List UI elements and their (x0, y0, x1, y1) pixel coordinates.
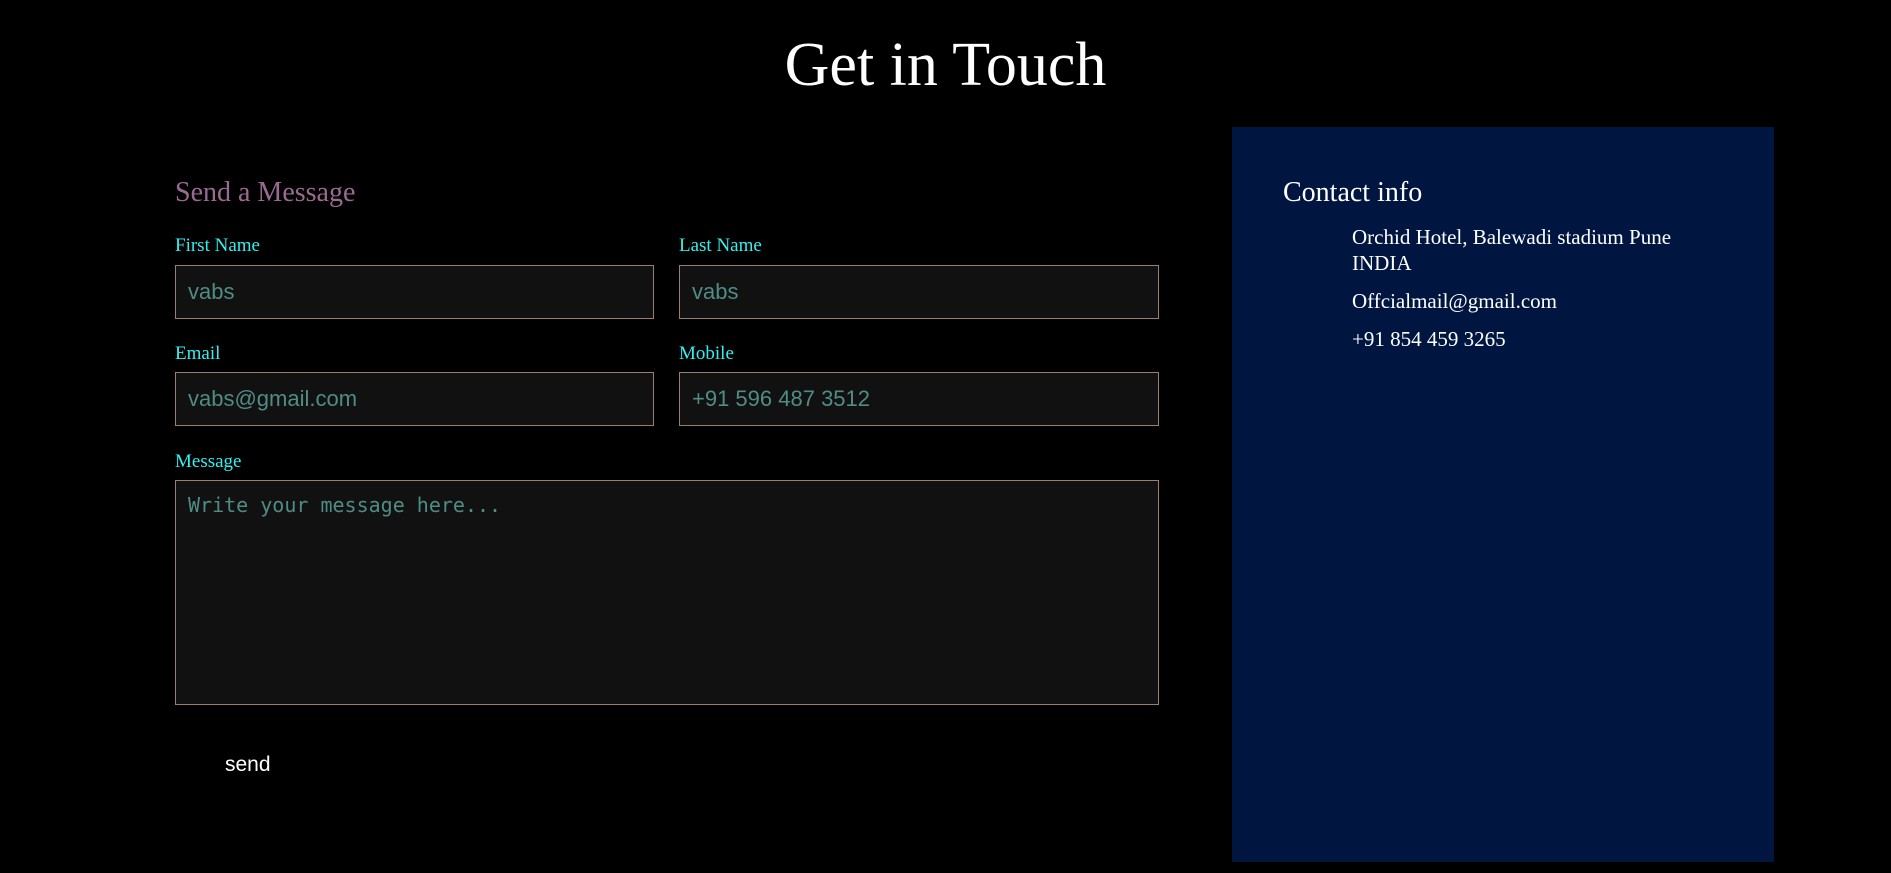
mobile-label: Mobile (679, 343, 734, 364)
page-title: Get in Touch (784, 31, 1107, 99)
mobile-field[interactable] (679, 372, 1159, 426)
first-name-field[interactable] (175, 265, 654, 319)
first-name-label: First Name (175, 235, 260, 256)
send-button[interactable]: send (225, 753, 271, 777)
message-label: Message (175, 451, 242, 472)
message-textarea[interactable] (175, 480, 1159, 705)
contact-info-panel: Contact info Orchid Hotel, Balewadi stad… (1232, 127, 1774, 862)
email-label: Email (175, 343, 221, 364)
contact-address: Orchid Hotel, Balewadi stadium Pune INDI… (1352, 225, 1672, 275)
last-name-label: Last Name (679, 235, 762, 256)
contact-info-heading: Contact info (1283, 177, 1423, 208)
contact-email: Offcialmail@gmail.com (1352, 289, 1557, 313)
contact-info-list: Orchid Hotel, Balewadi stadium Pune INDI… (1352, 224, 1732, 364)
form-heading: Send a Message (175, 177, 356, 208)
last-name-field[interactable] (679, 265, 1159, 319)
email-field[interactable] (175, 372, 654, 426)
contact-phone: +91 854 459 3265 (1352, 327, 1506, 351)
message-form: Send a Message First Name Last Name Emai… (175, 127, 1159, 862)
